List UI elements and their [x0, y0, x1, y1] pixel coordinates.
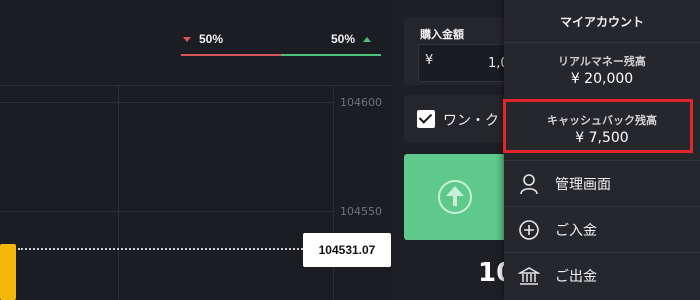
sentiment-bar-down	[181, 54, 281, 56]
y-axis-label: 104600	[340, 96, 382, 109]
price-candle	[0, 244, 16, 300]
cashback-highlight-box	[503, 99, 693, 153]
sentiment-up: 50%	[331, 32, 372, 46]
grid-line	[0, 211, 335, 212]
grid-line	[333, 85, 334, 300]
one-click-label: ワン・ク	[443, 113, 499, 129]
grid-line	[0, 85, 393, 86]
y-axis-label: 104550	[340, 205, 382, 218]
menu-item-label: 管理画面	[555, 177, 611, 193]
account-menu-title: マイアカウント	[504, 0, 700, 43]
amount-label: 購入金額	[420, 28, 464, 41]
grid-line	[0, 102, 335, 103]
menu-item-dashboard[interactable]: 管理画面	[504, 160, 700, 207]
up-triangle-icon	[363, 37, 372, 43]
real-balance-value: ¥ 20,000	[570, 71, 634, 87]
user-icon	[518, 173, 540, 195]
sentiment-down: 50%	[183, 32, 223, 46]
sentiment-bar-up	[281, 54, 381, 56]
current-price-line	[18, 248, 303, 250]
arrow-up-circle-icon	[438, 180, 472, 214]
up-percent: 50%	[331, 32, 356, 46]
menu-item-withdraw[interactable]: ご出金	[504, 252, 700, 299]
real-balance-label: リアルマネー残高	[558, 55, 646, 68]
price-chart[interactable]: 104600 104550 50% 50% 104531.07	[0, 0, 393, 300]
currency-symbol: ¥	[425, 53, 434, 68]
one-click-checkbox[interactable]	[417, 110, 435, 128]
menu-item-deposit[interactable]: ご入金	[504, 206, 700, 253]
bank-icon	[518, 265, 540, 287]
current-price-tag: 104531.07	[303, 233, 391, 267]
menu-item-label: ご出金	[555, 269, 597, 285]
down-percent: 50%	[199, 32, 224, 46]
menu-item-label: ご入金	[555, 223, 597, 239]
plus-circle-icon	[518, 219, 540, 241]
down-triangle-icon	[183, 37, 191, 43]
real-balance: リアルマネー残高 ¥ 20,000	[504, 53, 700, 87]
grid-line	[118, 85, 119, 300]
